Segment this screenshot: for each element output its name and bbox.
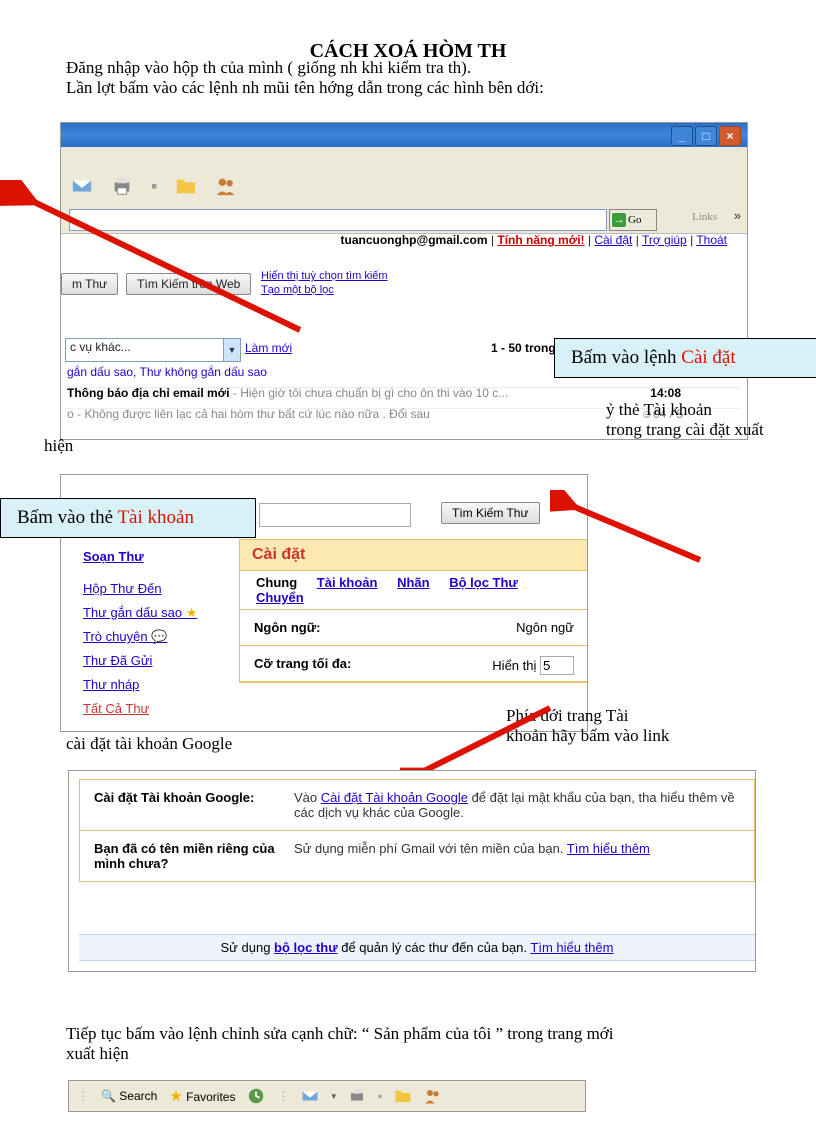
dropdown-icon[interactable]: ▾ <box>331 1091 336 1102</box>
learn-more-domain-link[interactable]: Tìm hiểu thêm <box>567 841 650 856</box>
show-search-options-link[interactable]: Hiển thị tuỳ chọn tìm kiếm <box>261 269 388 283</box>
folder-icon[interactable] <box>175 175 197 197</box>
sidebar-nav: Soạn Thư Hộp Thư Đến Thư gắn dấu sao ★ T… <box>83 545 233 721</box>
window-titlebar: _ □ × <box>61 123 747 147</box>
settings-heading: Cài đặt <box>240 540 588 570</box>
callout-settings: Bấm vào lệnh Cài đặt <box>554 338 816 378</box>
dot-icon: ▪ <box>378 1089 382 1103</box>
help-link[interactable]: Trợ giúp <box>642 233 687 247</box>
callout-accounts: Bấm vào thẻ Tài khoản <box>0 498 256 538</box>
google-account-row: Cài đặt Tài khoản Google: Vào Cài đặt Tà… <box>80 780 754 831</box>
screenshot-4-toolbar: ⋮ 🔍 Search ★ Favorites ⋮ ▾ ▪ <box>68 1080 586 1112</box>
below-text-left: cài đặt tài khoản Google <box>66 734 232 754</box>
search-options-links: Hiển thị tuỳ chọn tìm kiếm Tạo một bộ lọ… <box>261 269 388 297</box>
mid-text-left: hiện <box>44 436 73 456</box>
folder-icon-2[interactable] <box>394 1087 412 1105</box>
drafts-link[interactable]: Thư nháp <box>83 673 233 697</box>
starred-link[interactable]: Thư gắn dấu sao ★ <box>83 601 233 625</box>
domain-row: Bạn đã có tên miền riêng của mình chưa? … <box>80 831 754 881</box>
favorites-button[interactable]: ★ Favorites <box>169 1087 235 1105</box>
window-minimize-button[interactable]: _ <box>671 126 693 146</box>
screenshot-1: _ □ × Minimize ▪ →Go Links » tuancu <box>60 122 748 440</box>
filter-footer: Sử dụng bộ lọc thư để quản lý các thư đế… <box>79 934 755 961</box>
address-bar: →Go Links » <box>61 205 747 234</box>
create-filter-link[interactable]: Tạo một bộ lọc <box>261 283 388 297</box>
toolbar: ▪ <box>61 169 747 206</box>
allmail-link[interactable]: Tất Cả Thư <box>83 697 233 721</box>
window-maximize-button[interactable]: □ <box>695 126 717 146</box>
mail-time: 14:08 <box>650 386 681 400</box>
user-email: tuancuonghp@gmail.com <box>341 233 488 247</box>
compose-link[interactable]: Soạn Thư <box>83 545 233 569</box>
print-icon[interactable] <box>111 175 133 197</box>
tab-labels[interactable]: Nhãn <box>397 575 430 590</box>
go-button[interactable]: →Go <box>609 209 657 231</box>
chevron-icon[interactable]: » <box>734 208 741 223</box>
links-label: Links <box>692 211 717 223</box>
star-icon: ★ <box>186 605 198 620</box>
people-icon[interactable] <box>215 175 237 197</box>
settings-link[interactable]: Cài đặt <box>594 233 632 247</box>
mid-text-right: ỷ thẻ Tài khoảntrong trang cài đặt xuất <box>606 400 806 440</box>
tab-filters[interactable]: Bộ lọc Thư <box>449 575 518 590</box>
account-settings-panel: Cài đặt Tài khoản Google: Vào Cài đặt Tà… <box>79 779 755 882</box>
final-instruction: Tiếp tục bấm vào lệnh chỉnh sửa cạnh chữ… <box>66 1024 746 1064</box>
tab-accounts[interactable]: Tài khoản <box>317 575 378 590</box>
settings-panel: Cài đặt Chung Tài khoản Nhãn Bộ lọc Thư … <box>239 539 588 683</box>
learn-more-filter-link[interactable]: Tìm hiểu thêm <box>530 940 613 955</box>
address-input[interactable] <box>69 209 607 231</box>
mail-icon[interactable] <box>71 175 93 197</box>
pagesize-row: Cỡ trang tối đa: Hiển thị <box>240 646 588 682</box>
intro-text: Đăng nhập vào hộp th của mình ( giống nh… <box>66 58 544 98</box>
chat-link[interactable]: Trò chuyện 💬 <box>83 625 233 649</box>
refresh-link[interactable]: Làm mới <box>245 341 292 355</box>
sent-link[interactable]: Thư Đã Gửi <box>83 649 233 673</box>
people-icon-2[interactable] <box>424 1087 442 1105</box>
mail-icon-2[interactable] <box>301 1087 319 1105</box>
search-mail-button-2[interactable]: Tìm Kiếm Thư <box>441 502 540 524</box>
google-account-settings-link[interactable]: Cài đặt Tài khoản Google <box>321 790 468 805</box>
window-close-button[interactable]: × <box>719 126 741 146</box>
search-input[interactable] <box>259 503 411 527</box>
top-info-bar: tuancuonghp@gmail.com | Tính năng mới! |… <box>341 233 727 247</box>
inbox-link[interactable]: Hộp Thư Đến <box>83 577 233 601</box>
search-button[interactable]: 🔍 Search <box>101 1089 157 1103</box>
chat-icon: 💬 <box>151 629 167 644</box>
menu-bar <box>61 147 747 170</box>
star-icon: ★ <box>169 1088 182 1105</box>
pagesize-input[interactable] <box>540 656 574 675</box>
toolbar-separator: ▪ <box>151 176 157 197</box>
separator-icon: ⋮ <box>277 1089 289 1103</box>
tab-forwarding[interactable]: Chuyển <box>256 590 304 605</box>
chevron-down-icon: ▼ <box>223 339 240 361</box>
grip-icon: ⋮ <box>77 1089 89 1103</box>
history-icon[interactable] <box>247 1087 265 1105</box>
settings-tabs: Chung Tài khoản Nhãn Bộ lọc Thư Chuyển <box>240 570 588 610</box>
search-web-button[interactable]: Tìm Kiếm trên Web <box>126 273 251 295</box>
new-features-link[interactable]: Tính năng mới! <box>497 233 584 247</box>
screenshot-3: Cài đặt Tài khoản Google: Vào Cài đặt Tà… <box>68 770 756 972</box>
language-row: Ngôn ngữ:Ngôn ngữ <box>240 610 588 646</box>
below-text-right: Phía dới trang Tàikhoản hãy bấm vào link <box>506 706 766 746</box>
more-actions-select[interactable]: c vụ khác... ▼ <box>65 338 241 362</box>
tab-general[interactable]: Chung <box>256 575 297 590</box>
signout-link[interactable]: Thoát <box>696 233 727 247</box>
search-mail-button[interactable]: m Thư <box>61 273 118 295</box>
filter-link[interactable]: bộ lọc thư <box>274 940 338 955</box>
print-icon-2[interactable] <box>348 1087 366 1105</box>
